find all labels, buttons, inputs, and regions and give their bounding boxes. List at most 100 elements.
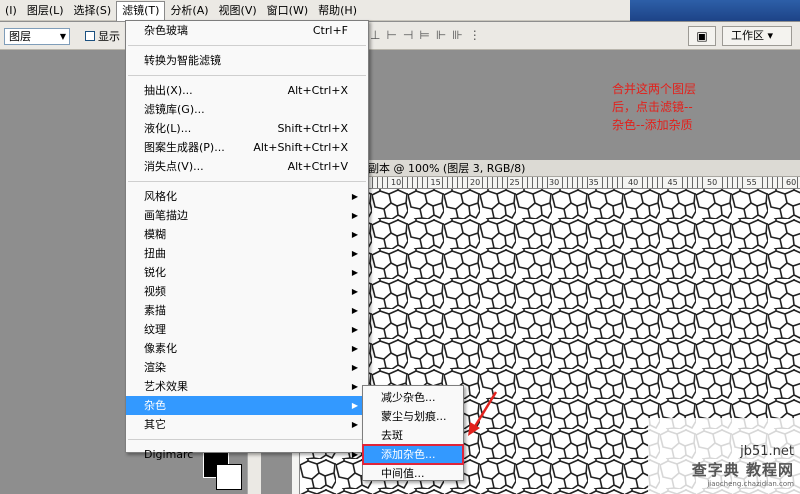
filter-menu-item[interactable]: 杂色玻璃 Ctrl+F <box>126 21 368 40</box>
background-color-swatch[interactable] <box>216 464 242 490</box>
menu-6[interactable]: 窗口(W) <box>262 0 313 21</box>
submenu-arrow-icon: ▶ <box>351 344 358 353</box>
workspace-button[interactable]: 工作区 ▾ <box>722 26 792 46</box>
annotation-line: 杂色--添加杂质 <box>612 118 693 132</box>
filter-menu: 杂色玻璃 Ctrl+F 转换为智能滤镜抽出(X)... Alt+Ctrl+X 滤镜库(G… <box>125 20 369 461</box>
align-icon[interactable]: ⊨ <box>419 28 429 42</box>
ruler-label: 50 <box>706 177 719 188</box>
workspace-view-glyph: ▣ <box>696 29 708 43</box>
filter-menu-item[interactable]: 液化(L)... Shift+Ctrl+X <box>126 119 368 138</box>
align-icon[interactable]: ⋮ <box>469 28 481 42</box>
annotation-line: 后，点击滤镜-- <box>612 100 693 114</box>
align-icon[interactable]: ⊢ <box>386 28 396 42</box>
ruler-label: 20 <box>469 177 482 188</box>
ruler-label: 10 <box>390 177 403 188</box>
ruler-label: 25 <box>508 177 521 188</box>
submenu-arrow-icon: ▶ <box>351 211 358 220</box>
tutorial-annotation: 合并这两个图层 后，点击滤镜-- 杂色--添加杂质 <box>612 80 762 134</box>
filter-menu-item[interactable]: 画笔描边 ▶ <box>126 206 368 225</box>
shortcut-label: Shift+Ctrl+X <box>277 122 348 135</box>
filter-menu-item-label: 滤镜库(G)... <box>144 103 205 116</box>
document-title: 副本 @ 100% (图层 3, RGB/8) <box>362 160 800 177</box>
workspace-view-icon[interactable]: ▣ <box>688 26 716 46</box>
filter-menu-item[interactable]: 模糊 ▶ <box>126 225 368 244</box>
ruler-label: 40 <box>627 177 640 188</box>
filter-menu-item[interactable]: 风格化 ▶ <box>126 187 368 206</box>
noise-submenu-item[interactable]: 蒙尘与划痕... <box>363 407 463 426</box>
noise-submenu-item[interactable]: 去斑 <box>363 426 463 445</box>
filter-menu-item-label: 像素化 <box>144 342 177 355</box>
submenu-arrow-icon: ▶ <box>351 268 358 277</box>
filter-menu-item-label: 模糊 <box>144 228 166 241</box>
filter-menu-item-label: 液化(L)... <box>144 122 192 135</box>
layer-select[interactable]: 图层 ▼ <box>4 28 70 45</box>
submenu-arrow-icon: ▶ <box>351 325 358 334</box>
menu-separator <box>128 439 366 440</box>
filter-menu-item[interactable]: 渲染 ▶ <box>126 358 368 377</box>
filter-menu-item[interactable]: 视频 ▶ <box>126 282 368 301</box>
submenu-arrow-icon: ▶ <box>351 382 358 391</box>
menu-2[interactable]: 选择(S) <box>69 0 117 21</box>
menu-7[interactable]: 帮助(H) <box>313 0 362 21</box>
watermark-url: jiaocheng.chazidian.com <box>707 480 794 488</box>
submenu-arrow-icon: ▶ <box>351 230 358 239</box>
submenu-arrow-icon: ▶ <box>351 249 358 258</box>
horizontal-ruler: 10 15 20 25 30 35 40 45 50 55 60 <box>362 177 800 189</box>
filter-menu-item[interactable]: 转换为智能滤镜 <box>126 51 368 70</box>
filter-menu-item[interactable]: 艺术效果 ▶ <box>126 377 368 396</box>
watermark-brand: 查字典 教程网 <box>691 461 794 479</box>
align-icon[interactable]: ⊣ <box>403 28 413 42</box>
filter-menu-item[interactable]: 素描 ▶ <box>126 301 368 320</box>
submenu-arrow-icon: ▶ <box>351 401 358 410</box>
filter-menu-item[interactable]: 扭曲 ▶ <box>126 244 368 263</box>
filter-menu-item[interactable]: 图案生成器(P)... Alt+Shift+Ctrl+X <box>126 138 368 157</box>
shortcut-label: Alt+Shift+Ctrl+X <box>253 141 348 154</box>
shortcut-label: Ctrl+F <box>312 24 348 37</box>
filter-menu-item-label: 视频 <box>144 285 166 298</box>
align-icon[interactable]: ⊪ <box>452 28 462 42</box>
submenu-arrow-icon: ▶ <box>351 363 358 372</box>
align-icon[interactable]: ⊥ <box>370 28 380 42</box>
noise-submenu-item[interactable]: 添加杂色... <box>362 444 464 465</box>
menu-separator <box>128 181 366 182</box>
menu-4[interactable]: 分析(A) <box>165 0 213 21</box>
menu-3[interactable]: 滤镜(T) <box>116 0 166 21</box>
filter-menu-item-label: 抽出(X)... <box>144 84 193 97</box>
ruler-label: 55 <box>745 177 758 188</box>
noise-submenu-item[interactable]: 减少杂色... <box>363 388 463 407</box>
filter-menu-item-label: 转换为智能滤镜 <box>144 54 221 67</box>
filter-menu-item[interactable]: 滤镜库(G)... <box>126 100 368 119</box>
noise-submenu-item[interactable]: 中间值... <box>363 464 463 483</box>
menu-separator <box>128 45 366 46</box>
show-checkbox[interactable] <box>85 31 95 41</box>
menu-bar: (I) 图层(L) 选择(S) 滤镜(T) 分析(A) 视图(V) 窗口(W) 帮助(H) <box>0 0 800 21</box>
noise-submenu: 减少杂色... 蒙尘与划痕... 去斑 添加杂色... 中间值... <box>362 385 464 481</box>
filter-menu-item[interactable]: 消失点(V)... Alt+Ctrl+V <box>126 157 368 176</box>
align-icons: ⊥ ⊢ ⊣ ⊨ ⊩ ⊪ ⋮ <box>370 28 481 42</box>
filter-menu-item[interactable]: 纹理 ▶ <box>126 320 368 339</box>
align-icon[interactable]: ⊩ <box>436 28 446 42</box>
filter-menu-item[interactable]: 抽出(X)... Alt+Ctrl+X <box>126 81 368 100</box>
submenu-arrow-icon: ▶ <box>351 420 358 429</box>
red-arrow-icon <box>468 391 498 436</box>
shortcut-label: Alt+Ctrl+V <box>287 160 348 173</box>
filter-menu-item-label: 锐化 <box>144 266 166 279</box>
menu-1[interactable]: 图层(L) <box>22 0 69 21</box>
annotation-line: 合并这两个图层 <box>612 82 697 96</box>
show-checkbox-label: 显示 <box>98 30 120 43</box>
watermark-site: jb51.net <box>740 444 794 459</box>
filter-menu-item[interactable]: 杂色 ▶ <box>126 396 368 415</box>
filter-menu-item-label: 渲染 <box>144 361 166 374</box>
filter-menu-item-label: 消失点(V)... <box>144 160 204 173</box>
submenu-arrow-icon: ▶ <box>351 287 358 296</box>
filter-menu-item[interactable]: 其它 ▶ <box>126 415 368 434</box>
options-bar: 图层 ▼ 显示 ⊥ ⊢ ⊣ ⊨ ⊩ ⊪ ⋮ ▣ 工作区 ▾ <box>0 22 800 50</box>
filter-menu-item[interactable]: Digimarc ▶ <box>126 445 368 464</box>
menu-separator <box>128 75 366 76</box>
filter-menu-item[interactable]: 像素化 ▶ <box>126 339 368 358</box>
chevron-down-icon: ▼ <box>59 32 66 41</box>
filter-menu-item-label: 杂色玻璃 <box>144 24 188 37</box>
filter-menu-item[interactable]: 锐化 ▶ <box>126 263 368 282</box>
menu-0[interactable]: (I) <box>0 0 22 21</box>
menu-5[interactable]: 视图(V) <box>214 0 262 21</box>
